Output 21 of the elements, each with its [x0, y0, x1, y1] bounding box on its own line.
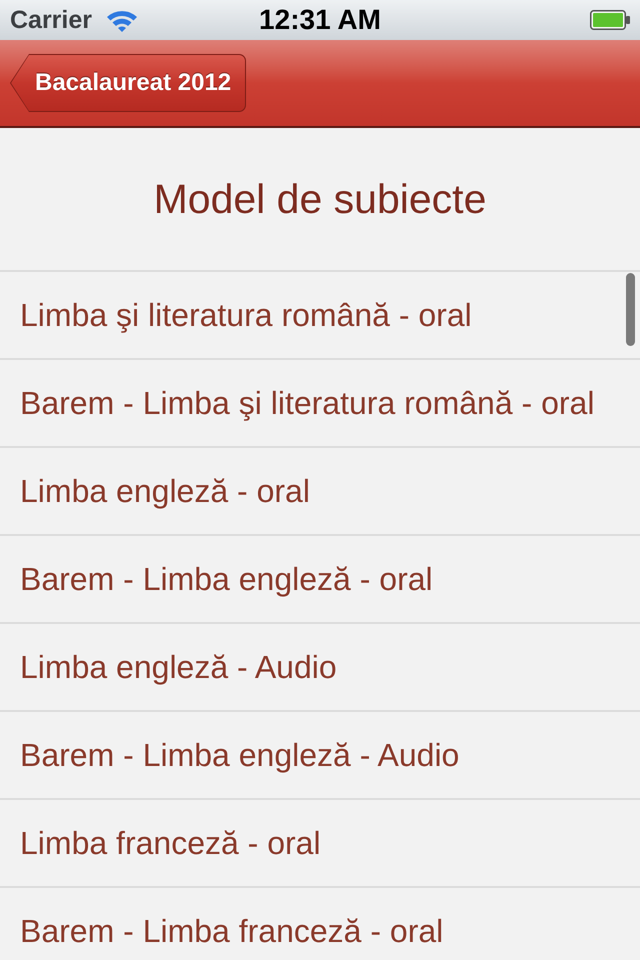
battery-icon	[590, 10, 630, 30]
list-item-label: Barem - Limba engleză - oral	[20, 563, 433, 595]
list-item[interactable]: Barem - Limba franceză - oral	[0, 888, 640, 960]
list-item[interactable]: Limba franceză - oral	[0, 800, 640, 888]
list-item[interactable]: Limba engleză - oral	[0, 448, 640, 536]
status-time: 12:31 AM	[259, 6, 381, 34]
page-title: Model de subiecte	[154, 178, 486, 220]
back-button[interactable]: Bacalaureat 2012	[10, 54, 246, 112]
wifi-icon	[106, 8, 138, 32]
carrier-name: Carrier	[10, 8, 92, 32]
list-item-label: Limba engleză - oral	[20, 475, 310, 507]
list-item-label: Limba franceză - oral	[20, 827, 321, 859]
list-item-label: Barem - Limba şi literatura română - oral	[20, 387, 594, 419]
list-item[interactable]: Limba engleză - Audio	[0, 624, 640, 712]
list-item-label: Barem - Limba engleză - Audio	[20, 739, 460, 771]
list-item[interactable]: Barem - Limba engleză - oral	[0, 536, 640, 624]
list-item[interactable]: Barem - Limba şi literatura română - oral	[0, 360, 640, 448]
list-item-label: Barem - Limba franceză - oral	[20, 915, 444, 947]
list-item-label: Limba şi literatura română - oral	[20, 299, 472, 331]
list-item-label: Limba engleză - Audio	[20, 651, 337, 683]
list-item[interactable]: Barem - Limba engleză - Audio	[0, 712, 640, 800]
